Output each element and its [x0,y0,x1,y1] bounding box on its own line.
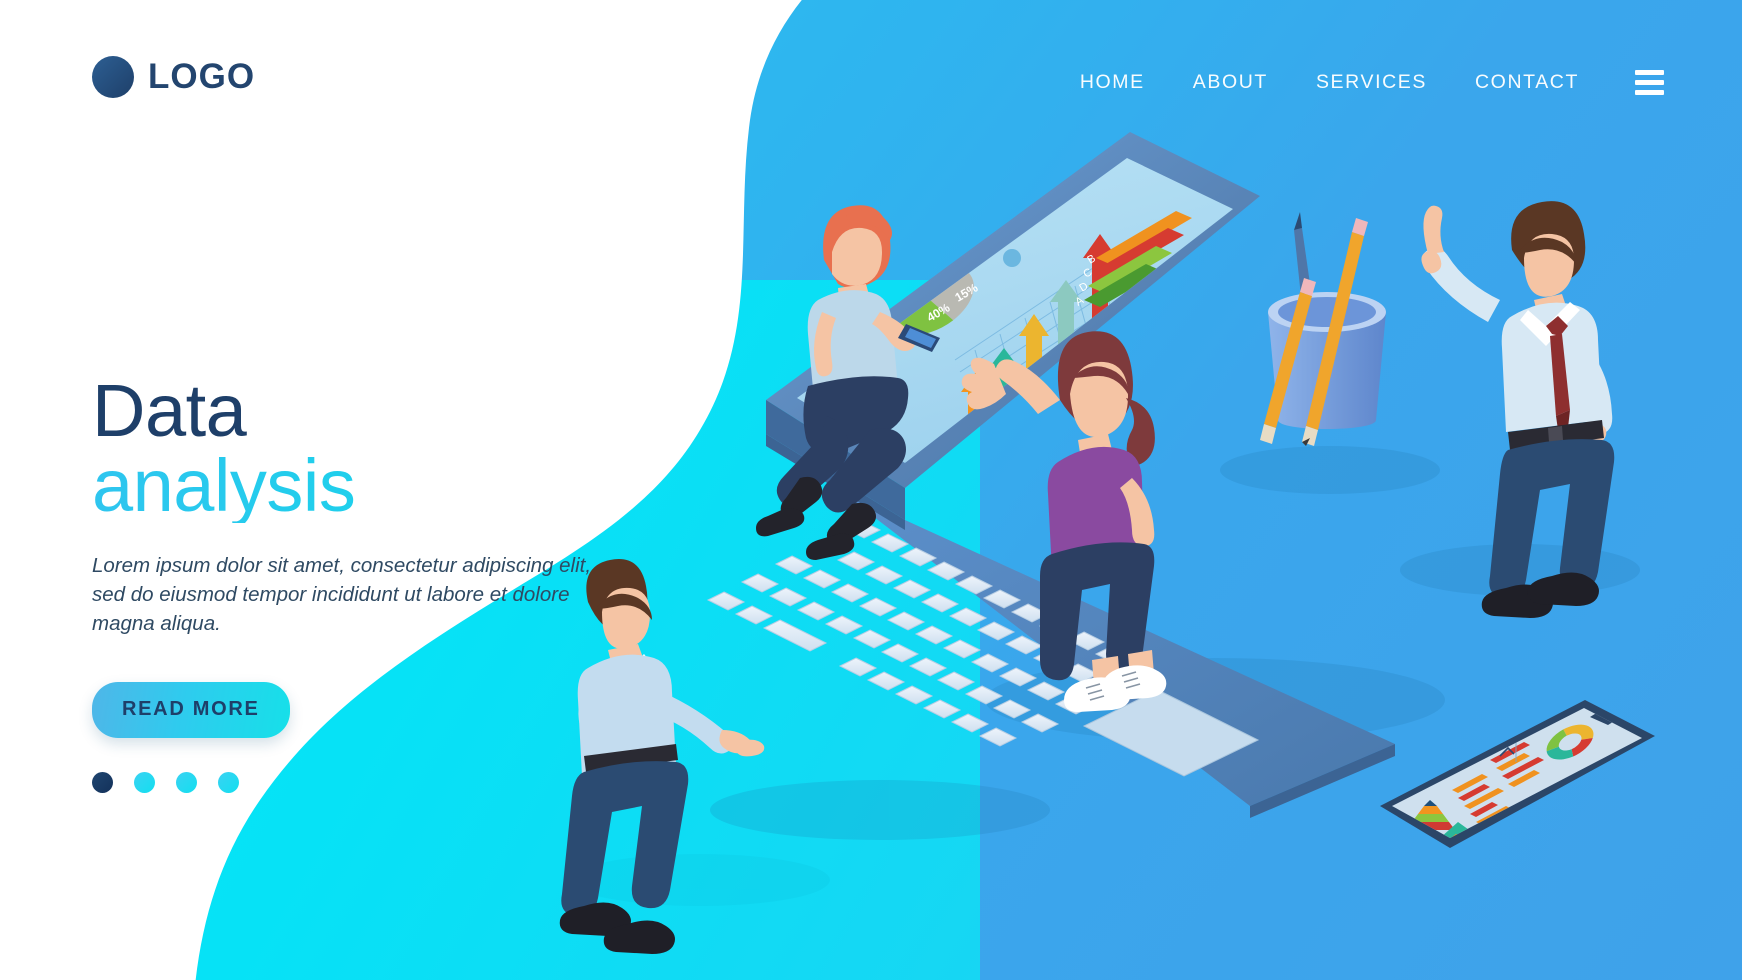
logo-circle-icon [92,56,134,98]
hamburger-line [1635,90,1664,95]
page-title-line1: Data [92,369,247,452]
hero-copy: Data analysis Lorem ipsum dolor sit amet… [92,369,612,794]
landing-page: B C D A 10% 15% 40% 10% [0,0,1742,980]
site-header: LOGO HOME ABOUT SERVICES CONTACT [0,0,1742,150]
hamburger-line [1635,70,1664,75]
page-title-line2: analysis [92,447,612,523]
carousel-dot-3[interactable] [176,772,197,794]
carousel-dot-2[interactable] [134,772,155,794]
nav-item-about[interactable]: ABOUT [1193,71,1268,94]
read-more-button[interactable]: READ MORE [92,682,290,739]
hamburger-menu-icon[interactable] [1635,70,1664,95]
nav-item-contact[interactable]: CONTACT [1475,71,1579,94]
hero-paragraph: Lorem ipsum dolor sit amet, consectetur … [92,553,592,636]
hamburger-line [1635,80,1664,85]
carousel-dots [92,772,612,794]
main-navigation: HOME ABOUT SERVICES CONTACT [1080,70,1664,95]
carousel-dot-4[interactable] [218,772,239,794]
nav-item-services[interactable]: SERVICES [1316,71,1427,94]
carousel-dot-1[interactable] [92,772,113,794]
logo[interactable]: LOGO [92,56,255,98]
nav-item-home[interactable]: HOME [1080,71,1145,94]
logo-text: LOGO [148,57,256,96]
